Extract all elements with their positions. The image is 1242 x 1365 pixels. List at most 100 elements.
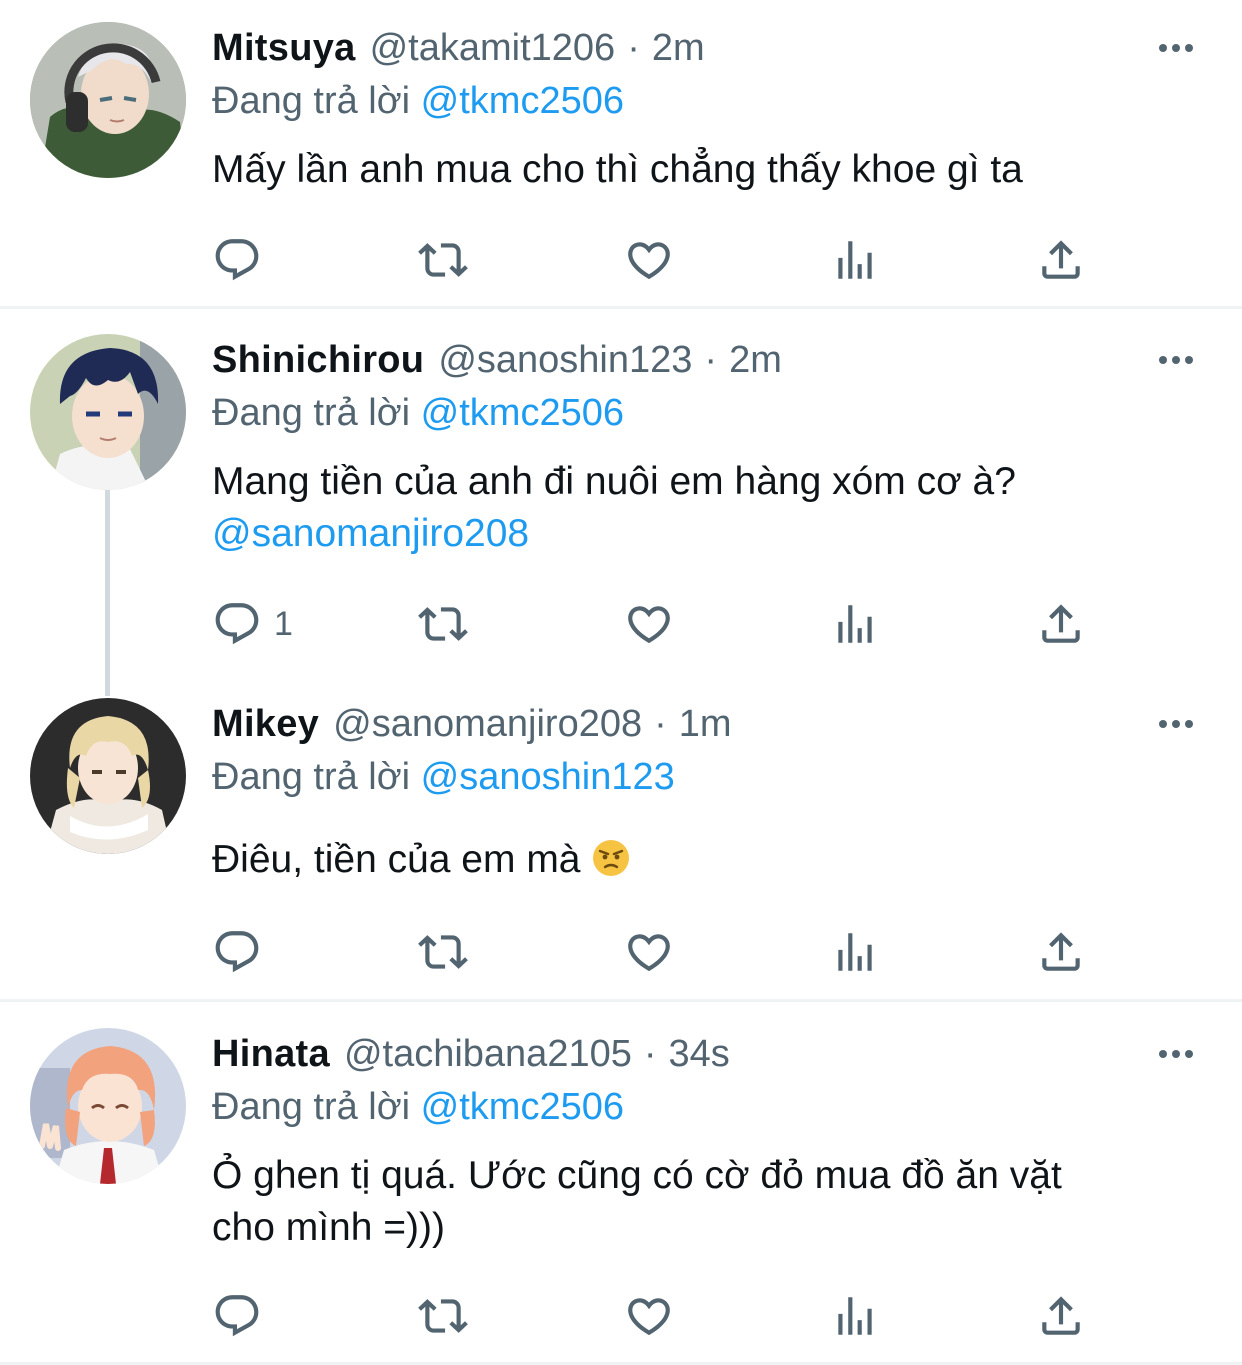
retweet-button[interactable] [418,596,468,652]
tweet-text-content: Mang tiền của anh đi nuôi em hàng xóm cơ… [212,460,1016,503]
replying-to: Đang trả lời @tkmc2506 [212,387,624,439]
more-icon[interactable] [1154,338,1198,382]
replying-to-label: Đang trả lời [212,756,411,798]
avatar[interactable] [30,698,186,854]
user-handle[interactable]: @sanomanjiro208 [333,698,642,750]
tweet-text-content: Điêu, tiền của em mà [212,838,581,881]
like-icon [624,599,674,649]
reply-icon [212,927,262,977]
reply-button[interactable] [212,232,262,288]
separator-dot: · [654,703,667,745]
replying-to-label: Đang trả lời [212,1086,411,1128]
views-icon [830,599,880,649]
tweet-text-line: Ỏ ghen tị quá. Ước cũng có cờ đỏ mua đồ … [212,1154,1062,1197]
share-icon [1036,927,1086,977]
share-button[interactable] [1036,1288,1086,1344]
reply-icon [212,235,262,285]
replying-to-label: Đang trả lời [212,80,411,122]
tweet-text-line: cho mình =))) [212,1206,445,1249]
retweet-icon [418,235,468,285]
tweet-header: Mikey @sanomanjiro208 · 1m [212,698,1152,750]
retweet-icon [418,927,468,977]
avatar-image [30,698,186,854]
views-button[interactable] [830,596,880,652]
like-button[interactable] [624,924,674,980]
tweet-text: Mấy lần anh mua cho thì chẳng thấy khoe … [212,144,1202,196]
tweet-text: Ỏ ghen tị quá. Ước cũng có cờ đỏ mua đồ … [212,1150,1202,1254]
display-name[interactable]: Hinata [212,1028,330,1080]
display-name[interactable]: Shinichirou [212,334,424,386]
timestamp[interactable]: 1m [679,698,732,750]
share-icon [1036,235,1086,285]
reply-icon [212,599,262,649]
angry-face-icon [593,840,630,876]
tweet[interactable]: Mikey @sanomanjiro208 · 1m Đang trả lời … [0,680,1242,1000]
tweet[interactable]: Mitsuya @takamit1206 · 2m Đang trả lời @… [0,0,1242,308]
views-icon [830,235,880,285]
share-button[interactable] [1036,596,1086,652]
more-icon[interactable] [1154,1032,1198,1076]
avatar[interactable] [30,22,186,178]
reply-icon [212,1291,262,1341]
replying-to-handle[interactable]: @tkmc2506 [421,392,624,434]
retweet-button[interactable] [418,1288,468,1344]
like-icon [624,235,674,285]
views-button[interactable] [830,232,880,288]
like-button[interactable] [624,232,674,288]
replying-to-label: Đang trả lời [212,392,411,434]
tweet-text-content: Mấy lần anh mua cho thì chẳng thấy khoe … [212,148,1023,191]
views-button[interactable] [830,924,880,980]
action-bar [212,924,1112,980]
replying-to-handle[interactable]: @tkmc2506 [421,80,624,122]
like-icon [624,1291,674,1341]
user-handle[interactable]: @takamit1206 [370,22,616,74]
retweet-button[interactable] [418,232,468,288]
divider [0,306,1242,309]
tweet[interactable]: Hinata @tachibana2105 · 34s Đang trả lời… [0,1002,1242,1365]
views-button[interactable] [830,1288,880,1344]
avatar-image [30,1028,186,1184]
timestamp[interactable]: 2m [652,22,705,74]
tweet-header: Mitsuya @takamit1206 · 2m [212,22,1152,74]
action-bar: 1 [212,596,1112,652]
reply-button[interactable]: 1 [212,596,293,652]
replying-to-handle[interactable]: @sanoshin123 [421,756,675,798]
replying-to: Đang trả lời @tkmc2506 [212,1081,624,1133]
share-button[interactable] [1036,232,1086,288]
views-icon [830,927,880,977]
retweet-icon [418,1291,468,1341]
reply-button[interactable] [212,924,262,980]
more-icon[interactable] [1154,702,1198,746]
avatar[interactable] [30,1028,186,1184]
separator-dot: · [704,339,718,381]
share-icon [1036,599,1086,649]
tweet-text: Mang tiền của anh đi nuôi em hàng xóm cơ… [212,456,1202,560]
separator-dot: · [627,27,640,69]
like-button[interactable] [624,1288,674,1344]
more-icon[interactable] [1154,26,1198,70]
reply-button[interactable] [212,1288,262,1344]
user-handle[interactable]: @sanoshin123 [438,334,692,386]
timestamp[interactable]: 2m [729,334,782,386]
share-icon [1036,1291,1086,1341]
tweet-header: Hinata @tachibana2105 · 34s [212,1028,1152,1080]
display-name[interactable]: Mitsuya [212,22,356,74]
action-bar [212,1288,1112,1344]
avatar-image [30,22,186,178]
replying-to-handle[interactable]: @tkmc2506 [421,1086,624,1128]
retweet-button[interactable] [418,924,468,980]
like-button[interactable] [624,596,674,652]
share-button[interactable] [1036,924,1086,980]
timestamp[interactable]: 34s [669,1028,730,1080]
replying-to: Đang trả lời @tkmc2506 [212,75,624,127]
retweet-icon [418,599,468,649]
text-mention-link[interactable]: @sanomanjiro208 [212,508,1202,560]
tweet[interactable]: Shinichirou @sanoshin123 · 2m Đang trả l… [0,310,1242,680]
replying-to: Đang trả lời @sanoshin123 [212,751,675,803]
user-handle[interactable]: @tachibana2105 [344,1028,632,1080]
action-bar [212,232,1112,288]
tweet-text: Điêu, tiền của em mà [212,834,1202,886]
avatar[interactable] [30,334,186,490]
avatar-image [30,334,186,490]
display-name[interactable]: Mikey [212,698,319,750]
